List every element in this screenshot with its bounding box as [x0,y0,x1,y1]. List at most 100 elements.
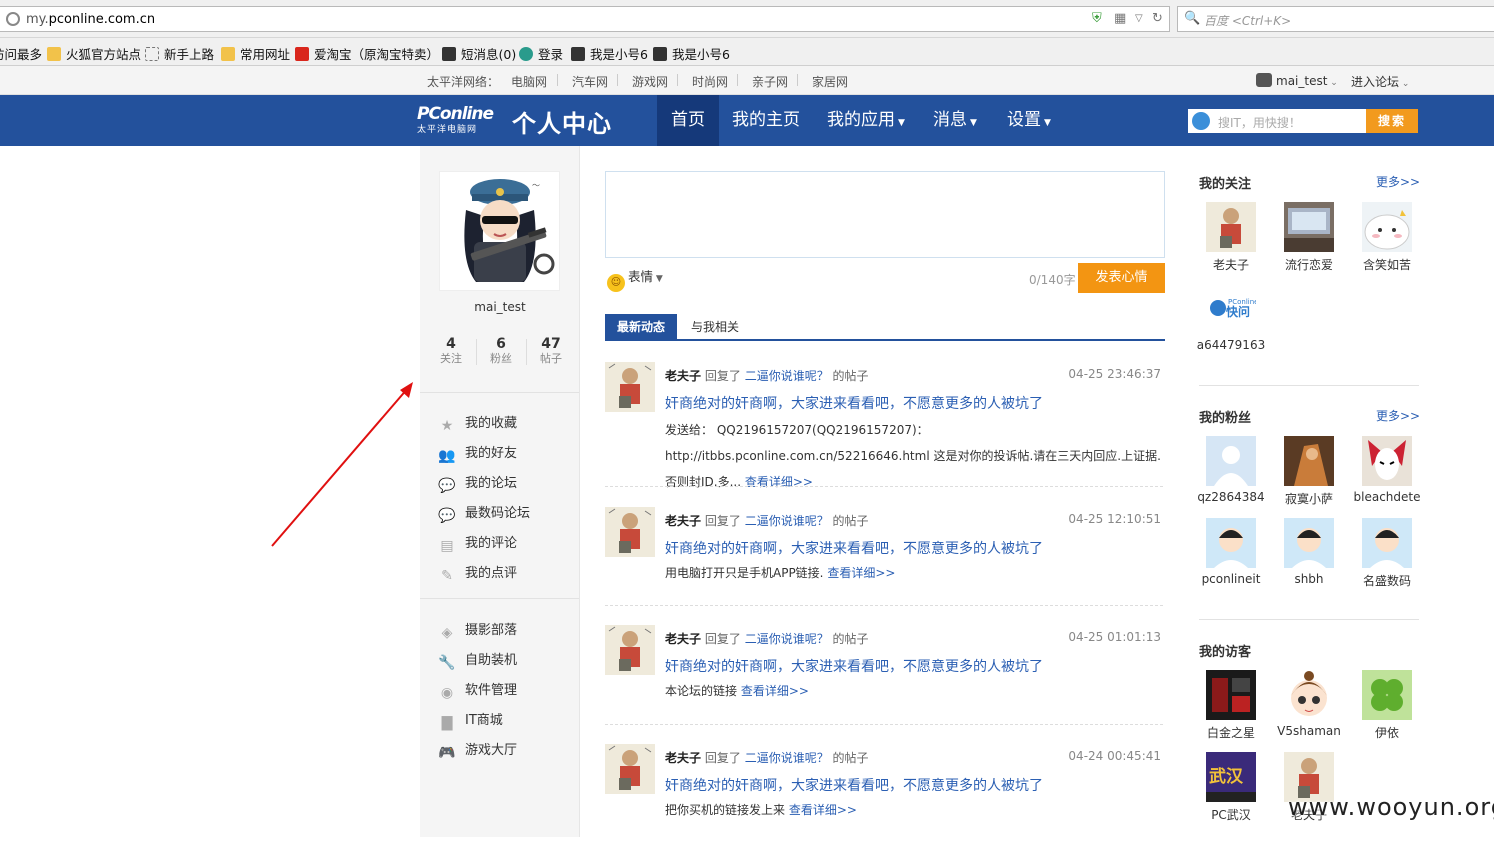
fan-user[interactable]: 寂寞小萨 [1270,436,1348,507]
bookmark-item[interactable]: 我是小号6 [653,44,730,63]
dropdown-icon[interactable]: ▽ [1135,13,1143,24]
feed-user[interactable]: 老夫子 [665,369,701,383]
wrench-icon: 🔧 [438,655,456,671]
following-user[interactable]: 含笑如苦 [1348,202,1426,273]
menu-it-mall[interactable]: ▇ IT商城 [438,709,503,731]
bookmark-item[interactable]: 短消息(0) [442,44,516,63]
friends-icon: 👥 [438,448,456,464]
network-link[interactable]: 汽车网 [572,73,608,90]
qrcode-icon[interactable]: ▦ [1114,11,1126,26]
menu-diy-pc[interactable]: 🔧 自助装机 [438,649,517,671]
site-search-input[interactable]: 搜IT，用快搜！ [1218,114,1301,131]
nav-my-homepage[interactable]: 我的主页 [725,95,807,146]
visitor-user[interactable]: V5shaman [1270,670,1348,738]
network-link[interactable]: 游戏网 [632,73,668,90]
feed-thread-link[interactable]: 二逼你说谁呢？ [745,514,829,528]
network-link[interactable]: 家居网 [812,73,848,90]
fan-user[interactable]: pconlineit [1192,518,1270,586]
emoji-button[interactable]: ☺ 表情 ▼ [607,266,663,292]
menu-friends[interactable]: 👥 我的好友 [438,442,517,464]
feed-title-link[interactable]: 奸商绝对的奸商啊，大家进来看看吧，不愿意更多的人被坑了 [665,775,1043,795]
menu-comments[interactable]: ▤ 我的评论 [438,532,517,554]
visitor-user[interactable]: 伊依 [1348,670,1426,741]
network-link[interactable]: 亲子网 [752,73,788,90]
bookmark-item[interactable]: 访问最多 [0,44,42,63]
feed-avatar[interactable] [605,625,655,675]
post-status-button[interactable]: 发表心情 [1078,263,1165,293]
menu-favorites[interactable]: ★ 我的收藏 [438,412,517,434]
tab-latest[interactable]: 最新动态 [605,314,677,341]
visitor-user[interactable]: 白金之星 [1192,670,1270,741]
visitors-heading: 我的访客 [1199,645,1252,660]
shield-icon[interactable]: ⛨ [1092,11,1102,26]
bookmark-item[interactable]: 常用网址 [221,44,290,63]
feed-more-link[interactable]: 查看详细>> [741,684,809,698]
site-search-button[interactable]: 搜索 [1366,109,1418,133]
feed-user[interactable]: 老夫子 [665,632,701,646]
nav-my-apps[interactable]: 我的应用 ▼ [822,95,910,146]
nav-messages[interactable]: 消息 ▼ [926,95,984,146]
menu-reviews[interactable]: ✎ 我的点评 [438,562,517,584]
forum-link[interactable]: 进入论坛 ⌄ [1351,73,1409,90]
following-user[interactable]: PConline 快问 a64479163 [1192,284,1270,352]
nav-settings[interactable]: 设置 ▼ [1000,95,1058,146]
reload-icon[interactable]: ↻ [1152,11,1163,26]
menu-digital-forum[interactable]: 💬 最数码论坛 [438,502,530,524]
bookmark-item[interactable]: 登录 [519,44,563,63]
following-more-link[interactable]: 更多>> [1376,173,1420,190]
menu-my-forum[interactable]: 💬 我的论坛 [438,472,517,494]
feed-thread-link[interactable]: 二逼你说谁呢？ [745,369,829,383]
url-bar[interactable]: my.pconline.com.cn ⛨ ▦ ▽ ↻ [0,6,1170,32]
fans-more-link[interactable]: 更多>> [1376,407,1420,424]
nav-home[interactable]: 首页 [657,95,719,146]
stat-fans[interactable]: 6 粉丝 [476,336,526,366]
bookmark-item[interactable]: 火狐官方站点 [47,44,141,63]
feed-user[interactable]: 老夫子 [665,514,701,528]
menu-software[interactable]: ◉ 软件管理 [438,679,517,701]
feed-thread-link[interactable]: 二逼你说谁呢？ [745,751,829,765]
feed-avatar[interactable] [605,744,655,794]
fan-user[interactable]: bleachdete [1348,436,1426,504]
profile-username[interactable]: mai_test [420,300,580,314]
status-textarea[interactable] [605,171,1165,258]
tab-related[interactable]: 与我相关 [691,314,739,341]
bookmark-item[interactable]: 爱淘宝（原淘宝特卖） [295,44,439,63]
feed-title-link[interactable]: 奸商绝对的奸商啊，大家进来看看吧，不愿意更多的人被坑了 [665,538,1043,558]
site-header: PConline 太平洋电脑网 个人中心 首页 我的主页 我的应用 ▼ 消息 ▼ 设… [0,95,1494,146]
feed-item: 老夫子 回复了 二逼你说谁呢？ 的帖子 04-25 23:46:37 奸商绝对的… [605,362,1165,489]
bookmark-item[interactable]: 新手上路 [145,44,214,63]
site-icon [442,47,456,61]
bookmark-item[interactable]: 我是小号6 [571,44,648,63]
menu-games[interactable]: 🎮 游戏大厅 [438,739,517,761]
page-icon [145,47,159,61]
svg-text:～: ～ [532,181,540,190]
feed-avatar[interactable] [605,362,655,412]
feed-title-link[interactable]: 奸商绝对的奸商啊，大家进来看看吧，不愿意更多的人被坑了 [665,656,1043,676]
visitor-user[interactable]: 武汉 PC武汉 [1192,752,1270,823]
network-link[interactable]: 时尚网 [692,73,728,90]
feed-item: 老夫子 回复了 二逼你说谁呢？ 的帖子 04-25 12:10:51 奸商绝对的… [605,507,1165,617]
login-icon [519,47,533,61]
url-text[interactable]: my.pconline.com.cn [26,12,155,27]
feed-more-link[interactable]: 查看详细>> [827,566,895,580]
avatar[interactable]: ～ [439,171,560,291]
fan-user[interactable]: shbh [1270,518,1348,586]
stat-following[interactable]: 4 关注 [426,336,476,366]
feed-thread-link[interactable]: 二逼你说谁呢？ [745,632,829,646]
feed-more-link[interactable]: 查看详细>> [789,803,857,817]
user-menu[interactable]: mai_test ⌄ [1256,73,1338,88]
following-user[interactable]: 老夫子 [1192,202,1270,273]
fan-user[interactable]: qz2864384 [1192,436,1270,504]
fan-user[interactable]: 名盛数码 [1348,518,1426,589]
pconline-logo[interactable]: PConline 太平洋电脑网 [417,104,503,138]
feed-user[interactable]: 老夫子 [665,751,701,765]
feed-body: 本论坛的链接 查看详细>> [665,684,809,698]
star-icon: ★ [440,418,454,434]
feed-title-link[interactable]: 奸商绝对的奸商啊，大家进来看看吧，不愿意更多的人被坑了 [665,393,1043,413]
network-link[interactable]: 电脑网 [511,73,547,90]
following-user[interactable]: 流行恋爱 [1270,202,1348,273]
menu-photo[interactable]: ◈ 摄影部落 [438,619,517,641]
browser-search[interactable]: 🔍 百度 <Ctrl+K> [1177,6,1494,32]
feed-avatar[interactable] [605,507,655,557]
stat-posts[interactable]: 47 帖子 [526,336,576,366]
